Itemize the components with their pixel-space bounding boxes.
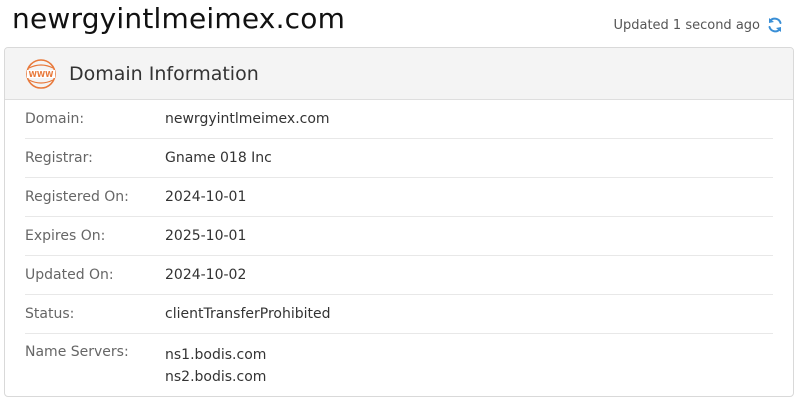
svg-text:WWW: WWW	[29, 70, 55, 79]
updated-status: Updated 1 second ago	[613, 16, 784, 34]
page-title: newrgyintlmeimex.com	[12, 2, 346, 35]
row-label: Status:	[25, 306, 75, 322]
domain-info-card: WWW Domain Information Domain: newrgyint…	[4, 47, 794, 397]
refresh-icon[interactable]	[766, 16, 784, 34]
row-expires-on: Expires On: 2025-10-01	[25, 217, 773, 256]
row-registered-on: Registered On: 2024-10-01	[25, 178, 773, 217]
name-server-2: ns2.bodis.com	[165, 369, 267, 385]
row-label: Updated On:	[25, 267, 114, 283]
row-label: Name Servers:	[25, 344, 129, 360]
row-label: Expires On:	[25, 228, 106, 244]
row-value: newrgyintlmeimex.com	[165, 111, 330, 127]
name-server-1: ns1.bodis.com	[165, 347, 267, 363]
row-label: Registered On:	[25, 189, 129, 205]
name-server-list: ns1.bodis.com ns2.bodis.com	[165, 344, 266, 388]
row-value: Gname 018 Inc	[165, 150, 272, 166]
row-value: clientTransferProhibited	[165, 306, 331, 322]
row-status: Status: clientTransferProhibited	[25, 295, 773, 334]
www-globe-icon: WWW	[25, 58, 57, 90]
row-domain: Domain: newrgyintlmeimex.com	[25, 100, 773, 139]
card-title: Domain Information	[69, 62, 259, 85]
row-label: Registrar:	[25, 150, 93, 166]
info-rows: Domain: newrgyintlmeimex.com Registrar: …	[5, 100, 793, 388]
row-updated-on: Updated On: 2024-10-02	[25, 256, 773, 295]
row-registrar: Registrar: Gname 018 Inc	[25, 139, 773, 178]
row-value: 2025-10-01	[165, 228, 247, 244]
row-name-servers: Name Servers: ns1.bodis.com ns2.bodis.co…	[25, 334, 773, 388]
row-label: Domain:	[25, 111, 85, 127]
updated-text: Updated 1 second ago	[613, 17, 760, 33]
row-value: 2024-10-02	[165, 267, 247, 283]
card-header: WWW Domain Information	[5, 48, 793, 100]
row-value: 2024-10-01	[165, 189, 247, 205]
